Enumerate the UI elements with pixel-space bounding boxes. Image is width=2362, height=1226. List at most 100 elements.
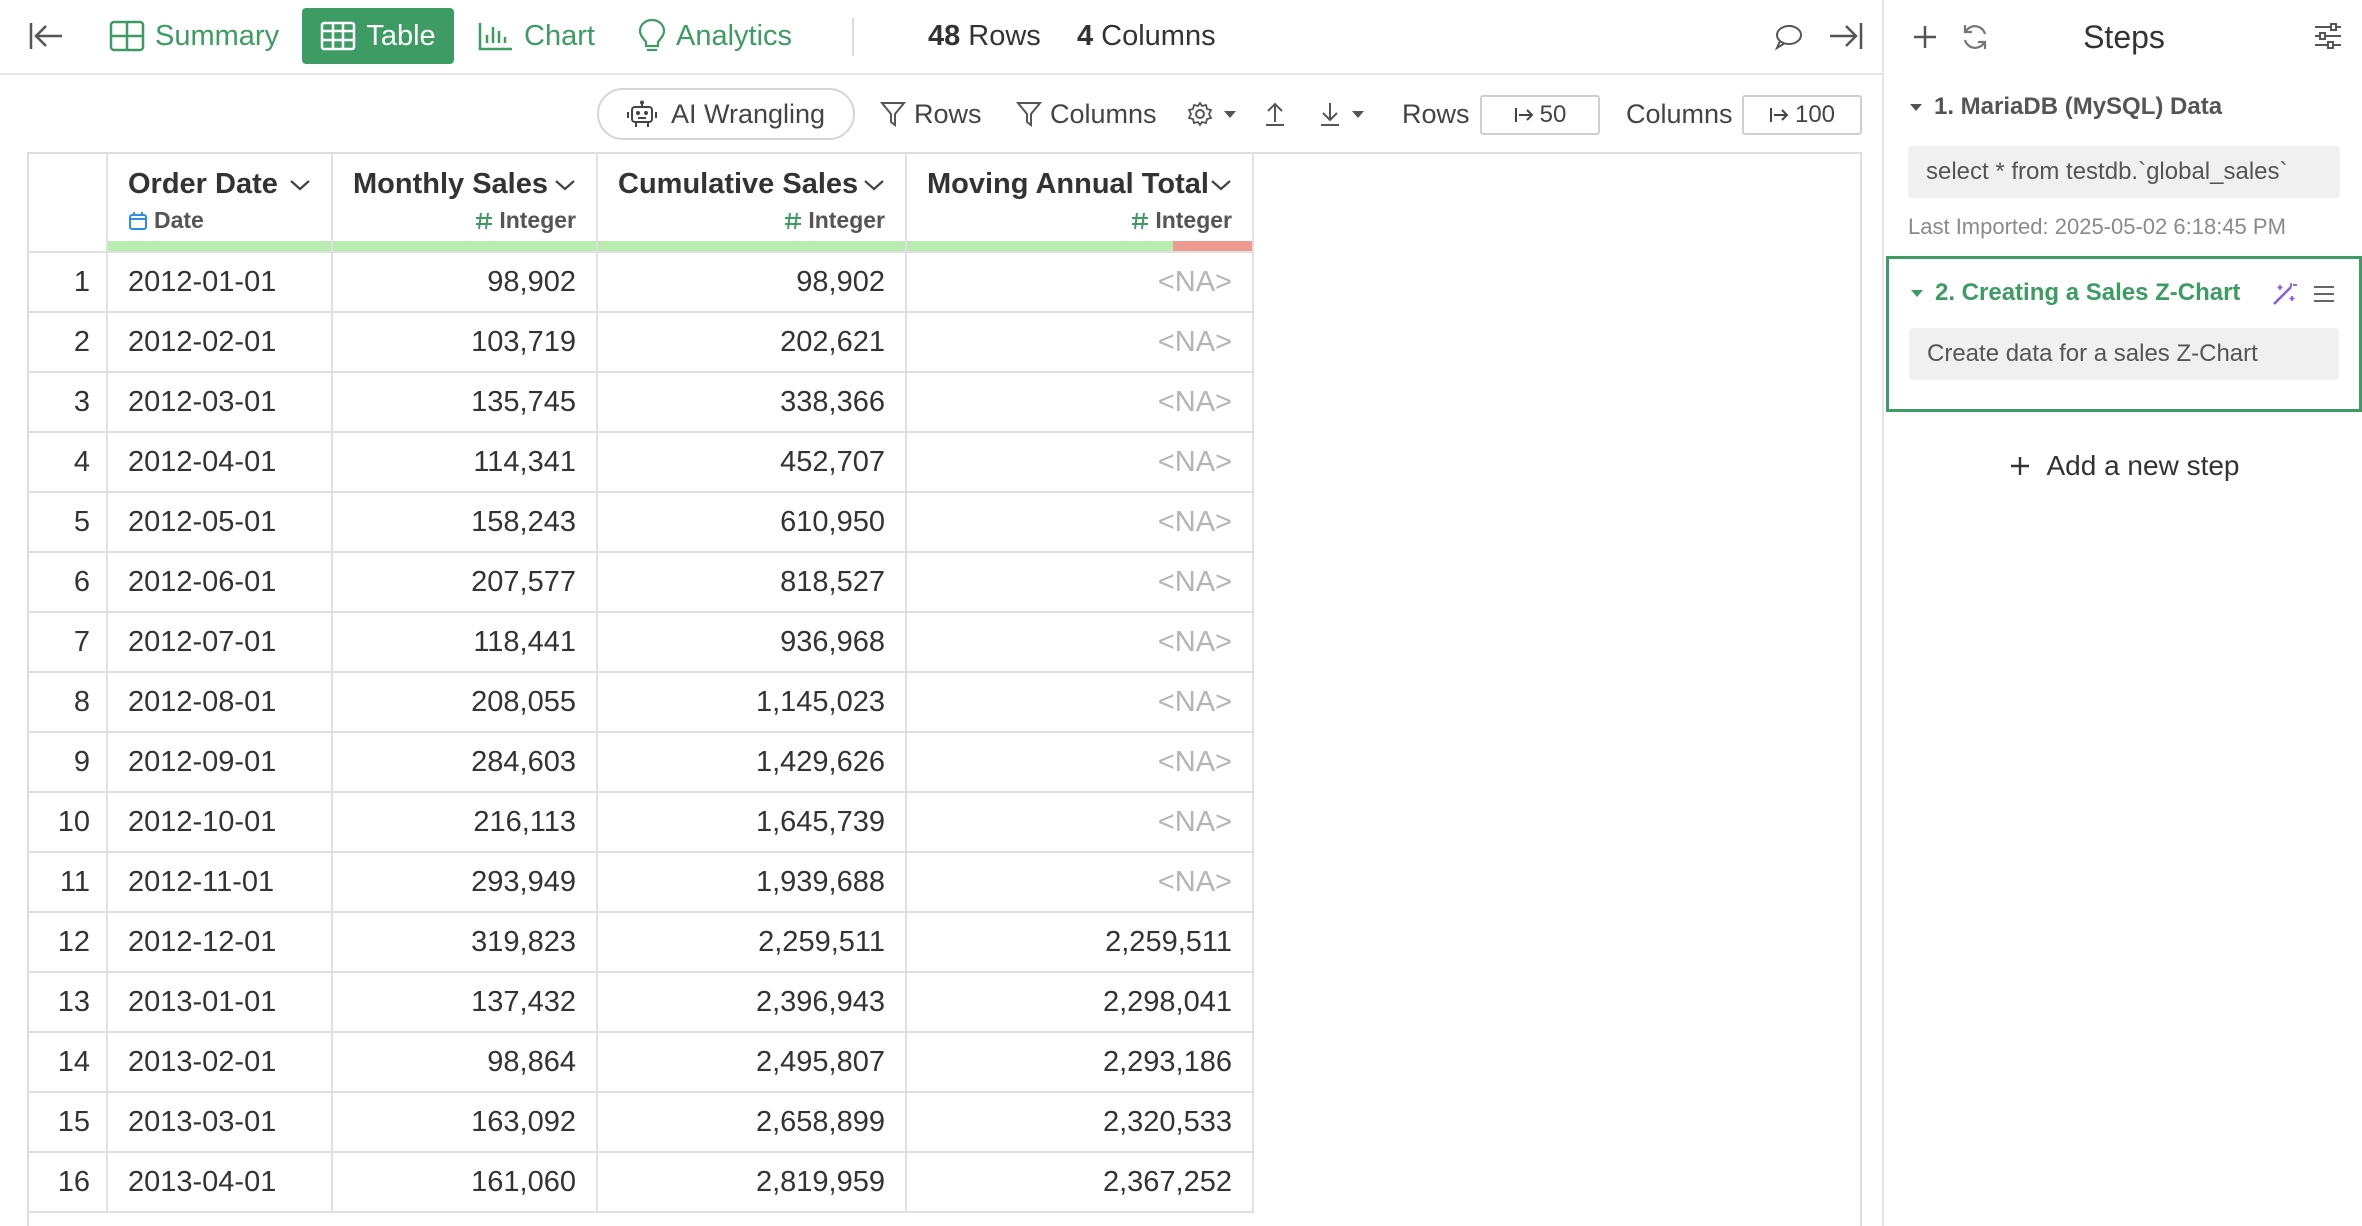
cumulative-sales-cell[interactable]: 452,707 [597,432,907,493]
order-date-cell[interactable]: 2013-01-01 [107,972,333,1033]
monthly-sales-cell[interactable]: 319,823 [332,912,598,973]
cumulative-sales-cell[interactable]: 818,527 [597,552,907,613]
monthly-sales-cell[interactable]: 207,577 [332,552,598,613]
step-1-description[interactable]: select * from testdb.`global_sales` [1908,146,2340,198]
monthly-sales-cell[interactable]: 118,441 [332,612,598,673]
moving-annual-total-cell[interactable]: 2,298,041 [906,972,1254,1033]
order-date-cell[interactable]: 2012-07-01 [107,612,333,673]
tab-analytics[interactable]: Analytics [622,8,808,64]
order-date-cell[interactable]: 2012-10-01 [107,792,333,853]
rows-limit-input[interactable]: 50 [1480,95,1600,135]
step-2-description[interactable]: Create data for a sales Z-Chart [1909,328,2339,380]
monthly-sales-cell[interactable]: 163,092 [332,1092,598,1153]
monthly-sales-cell[interactable]: 158,243 [332,492,598,553]
cumulative-sales-cell[interactable]: 2,495,807 [597,1032,907,1093]
download-button[interactable] [1318,88,1366,140]
chevron-down-icon[interactable] [554,178,576,192]
moving-annual-total-cell[interactable]: 2,293,186 [906,1032,1254,1093]
moving-annual-total-cell[interactable]: <NA> [906,372,1254,433]
monthly-sales-cell[interactable]: 98,902 [332,252,598,313]
monthly-sales-cell[interactable]: 103,719 [332,312,598,373]
tab-table[interactable]: Table [302,8,454,64]
column-header-cumulative-sales[interactable]: Cumulative Sales Integer [597,154,907,253]
refresh-button[interactable] [1954,16,1996,58]
order-date-cell[interactable]: 2012-04-01 [107,432,333,493]
monthly-sales-cell[interactable]: 161,060 [332,1152,598,1213]
add-new-step-button[interactable]: Add a new step [1884,444,2362,488]
monthly-sales-cell[interactable]: 284,603 [332,732,598,793]
monthly-sales-cell[interactable]: 208,055 [332,672,598,733]
moving-annual-total-cell[interactable]: <NA> [906,492,1254,553]
caret-down-icon[interactable] [1908,101,1924,113]
comment-button[interactable] [1770,18,1808,56]
order-date-cell[interactable]: 2013-02-01 [107,1032,333,1093]
column-header-moving-annual-total[interactable]: Moving Annual Total Integer [906,154,1254,253]
order-date-cell[interactable]: 2012-09-01 [107,732,333,793]
column-header-monthly-sales[interactable]: Monthly Sales Integer [332,154,598,253]
columns-filter-button[interactable]: Columns [1016,88,1157,140]
chevron-down-icon[interactable] [289,178,311,192]
caret-down-icon[interactable] [1909,287,1925,299]
moving-annual-total-cell[interactable]: <NA> [906,432,1254,493]
columns-limit-input[interactable]: 100 [1742,95,1862,135]
chevron-down-icon[interactable] [863,178,885,192]
collapse-left-button[interactable] [22,16,70,56]
moving-annual-total-cell[interactable]: <NA> [906,732,1254,793]
order-date-cell[interactable]: 2012-12-01 [107,912,333,973]
moving-annual-total-cell[interactable]: <NA> [906,252,1254,313]
step-2-header[interactable]: 2. Creating a Sales Z-Chart [1909,279,2240,307]
order-date-cell[interactable]: 2012-11-01 [107,852,333,913]
moving-annual-total-cell[interactable]: 2,320,533 [906,1092,1254,1153]
monthly-sales-cell[interactable]: 216,113 [332,792,598,853]
cumulative-sales-cell[interactable]: 610,950 [597,492,907,553]
cumulative-sales-cell[interactable]: 2,658,899 [597,1092,907,1153]
upload-button[interactable] [1263,88,1287,140]
moving-annual-total-cell[interactable]: <NA> [906,792,1254,853]
order-date-cell[interactable]: 2012-05-01 [107,492,333,553]
magic-wand-button[interactable] [2267,277,2301,311]
cumulative-sales-cell[interactable]: 2,819,959 [597,1152,907,1213]
monthly-sales-cell[interactable]: 135,745 [332,372,598,433]
ai-wrangling-button[interactable]: AI Wrangling [597,88,855,140]
order-date-cell[interactable]: 2012-08-01 [107,672,333,733]
moving-annual-total-cell[interactable]: <NA> [906,312,1254,373]
collapse-right-button[interactable] [1822,16,1870,56]
tab-chart[interactable]: Chart [462,8,611,64]
cumulative-sales-cell[interactable]: 1,645,739 [597,792,907,853]
order-date-cell[interactable]: 2013-04-01 [107,1152,333,1213]
order-date-cell[interactable]: 2012-02-01 [107,312,333,373]
cumulative-sales-cell[interactable]: 98,902 [597,252,907,313]
cumulative-sales-cell[interactable]: 1,429,626 [597,732,907,793]
moving-annual-total-cell[interactable]: 2,259,511 [906,912,1254,973]
cumulative-sales-cell[interactable]: 202,621 [597,312,907,373]
order-date-cell[interactable]: 2012-01-01 [107,252,333,313]
cumulative-sales-cell[interactable]: 2,259,511 [597,912,907,973]
step-1-header[interactable]: 1. MariaDB (MySQL) Data [1908,93,2222,121]
tab-summary[interactable]: Summary [93,8,295,64]
monthly-sales-cell[interactable]: 98,864 [332,1032,598,1093]
table-settings-button[interactable] [1186,88,1238,140]
moving-annual-total-cell[interactable]: <NA> [906,852,1254,913]
moving-annual-total-cell[interactable]: <NA> [906,552,1254,613]
monthly-sales-cell[interactable]: 293,949 [332,852,598,913]
monthly-sales-cell[interactable]: 137,432 [332,972,598,1033]
order-date-cell[interactable]: 2013-03-01 [107,1092,333,1153]
cumulative-sales-cell[interactable]: 1,145,023 [597,672,907,733]
step-2-card[interactable]: 2. Creating a Sales Z-Chart Create data … [1886,256,2362,412]
order-date-cell[interactable]: 2012-06-01 [107,552,333,613]
monthly-sales-cell[interactable]: 114,341 [332,432,598,493]
cumulative-sales-cell[interactable]: 2,396,943 [597,972,907,1033]
chevron-down-icon[interactable] [1210,178,1232,192]
cumulative-sales-cell[interactable]: 936,968 [597,612,907,673]
order-date-cell[interactable]: 2012-03-01 [107,372,333,433]
moving-annual-total-cell[interactable]: <NA> [906,612,1254,673]
step-menu-button[interactable] [2307,277,2341,311]
column-header-order-date[interactable]: Order Date Date [107,154,333,253]
add-step-button[interactable] [1904,16,1946,58]
moving-annual-total-cell[interactable]: 2,367,252 [906,1152,1254,1213]
moving-annual-total-cell[interactable]: <NA> [906,672,1254,733]
cumulative-sales-cell[interactable]: 1,939,688 [597,852,907,913]
rows-filter-button[interactable]: Rows [880,88,982,140]
panel-settings-button[interactable] [2308,16,2348,56]
cumulative-sales-cell[interactable]: 338,366 [597,372,907,433]
